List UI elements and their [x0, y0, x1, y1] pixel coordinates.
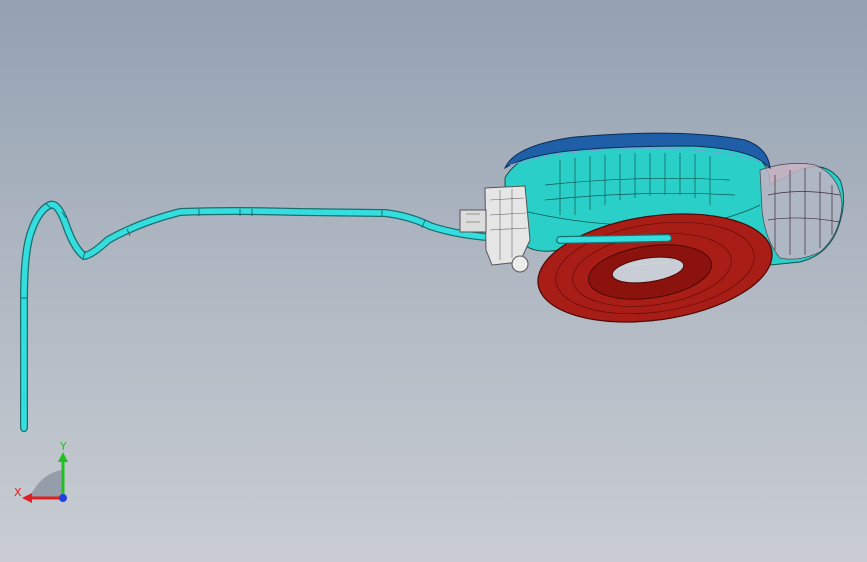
z-axis-dot-icon — [59, 494, 67, 502]
axis-triad: Y X — [14, 440, 68, 503]
y-axis-label: Y — [59, 440, 67, 453]
x-axis-label: X — [14, 486, 22, 499]
y-axis-arrow-icon — [58, 452, 68, 462]
cad-viewport[interactable]: Y X — [0, 0, 867, 562]
x-axis-arrow-icon — [22, 493, 32, 503]
hose-tube-end[interactable] — [557, 235, 671, 243]
model-view[interactable] — [0, 0, 867, 562]
triad-plane — [29, 470, 63, 498]
connector-latch[interactable] — [459, 185, 531, 273]
